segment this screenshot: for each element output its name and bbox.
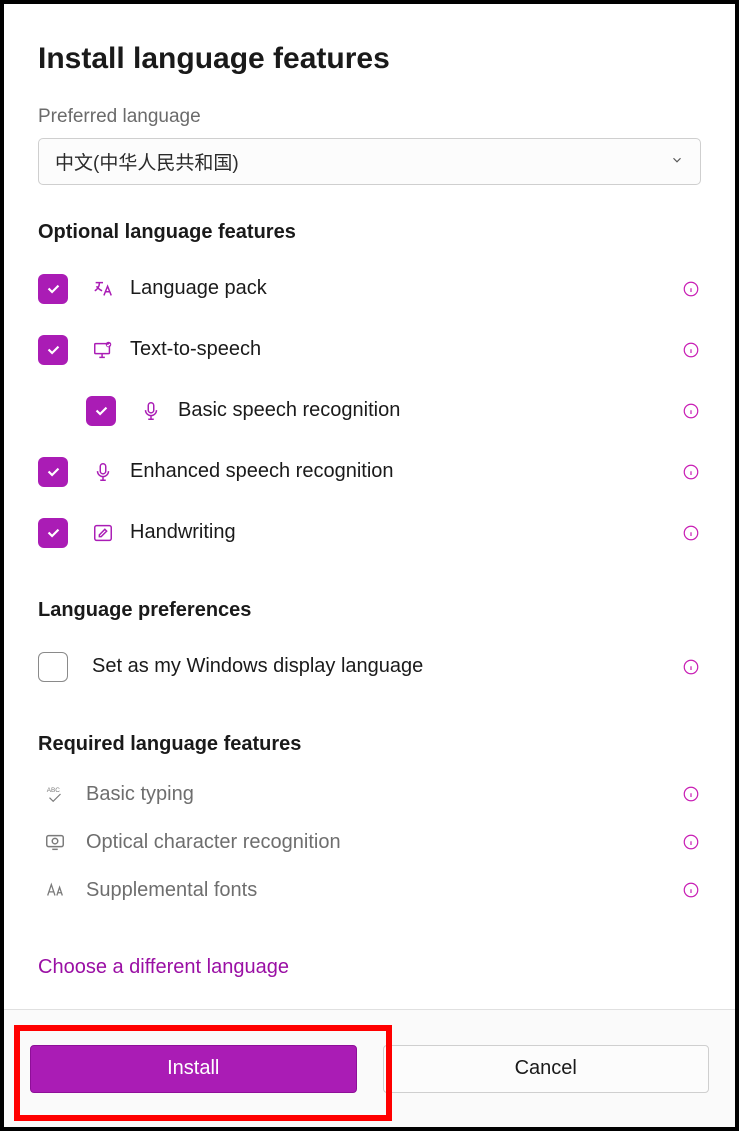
info-icon[interactable]	[681, 880, 701, 900]
handwriting-icon	[86, 522, 120, 544]
info-icon[interactable]	[681, 832, 701, 852]
install-button[interactable]: Install	[30, 1045, 357, 1093]
feature-label: Basic speech recognition	[178, 399, 681, 422]
microphone-icon	[134, 400, 168, 422]
svg-text:ABC: ABC	[47, 787, 61, 794]
preferred-language-label: Preferred language	[38, 106, 701, 128]
feature-row-handwriting: Handwriting	[38, 502, 701, 563]
language-pack-icon	[86, 278, 120, 300]
feature-label: Enhanced speech recognition	[130, 460, 681, 483]
checkbox-handwriting[interactable]	[38, 518, 68, 548]
microphone-icon	[86, 461, 120, 483]
checkbox-set-display-language[interactable]	[38, 652, 68, 682]
ocr-icon	[38, 831, 72, 853]
install-language-dialog: Install language features Preferred lang…	[4, 4, 735, 1009]
feature-label: Set as my Windows display language	[92, 655, 681, 678]
required-row-supplemental-fonts: Supplemental fonts	[38, 866, 701, 914]
feature-row-set-display-language: Set as my Windows display language	[38, 636, 701, 697]
basic-typing-icon: ABC	[38, 783, 72, 805]
checkbox-language-pack[interactable]	[38, 274, 68, 304]
checkbox-tts[interactable]	[38, 335, 68, 365]
required-row-ocr: Optical character recognition	[38, 818, 701, 866]
optional-features-heading: Optional language features	[38, 221, 701, 244]
feature-row-tts: Text-to-speech	[38, 319, 701, 380]
feature-label: Language pack	[130, 277, 681, 300]
info-icon[interactable]	[681, 462, 701, 482]
feature-row-language-pack: Language pack	[38, 258, 701, 319]
checkbox-basic-speech[interactable]	[86, 396, 116, 426]
required-row-basic-typing: ABC Basic typing	[38, 770, 701, 818]
preferred-language-dropdown[interactable]: 中文(中华人民共和国)	[38, 138, 701, 185]
choose-different-language-link[interactable]: Choose a different language	[38, 956, 701, 979]
dialog-footer: Install Cancel	[4, 1009, 735, 1127]
required-label: Supplemental fonts	[86, 879, 681, 902]
chevron-down-icon	[670, 151, 684, 173]
language-preferences-heading: Language preferences	[38, 599, 701, 622]
info-icon[interactable]	[681, 340, 701, 360]
info-icon[interactable]	[681, 784, 701, 804]
info-icon[interactable]	[681, 279, 701, 299]
feature-label: Handwriting	[130, 521, 681, 544]
dialog-title: Install language features	[38, 42, 701, 76]
preferred-language-value: 中文(中华人民共和国)	[55, 148, 239, 175]
info-icon[interactable]	[681, 657, 701, 677]
required-label: Optical character recognition	[86, 831, 681, 854]
required-label: Basic typing	[86, 783, 681, 806]
feature-label: Text-to-speech	[130, 338, 681, 361]
info-icon[interactable]	[681, 401, 701, 421]
tts-icon	[86, 339, 120, 361]
cancel-button[interactable]: Cancel	[383, 1045, 710, 1093]
feature-row-basic-speech: Basic speech recognition	[38, 380, 701, 441]
checkbox-enhanced-speech[interactable]	[38, 457, 68, 487]
fonts-icon	[38, 879, 72, 901]
info-icon[interactable]	[681, 523, 701, 543]
required-features-heading: Required language features	[38, 733, 701, 756]
feature-row-enhanced-speech: Enhanced speech recognition	[38, 441, 701, 502]
